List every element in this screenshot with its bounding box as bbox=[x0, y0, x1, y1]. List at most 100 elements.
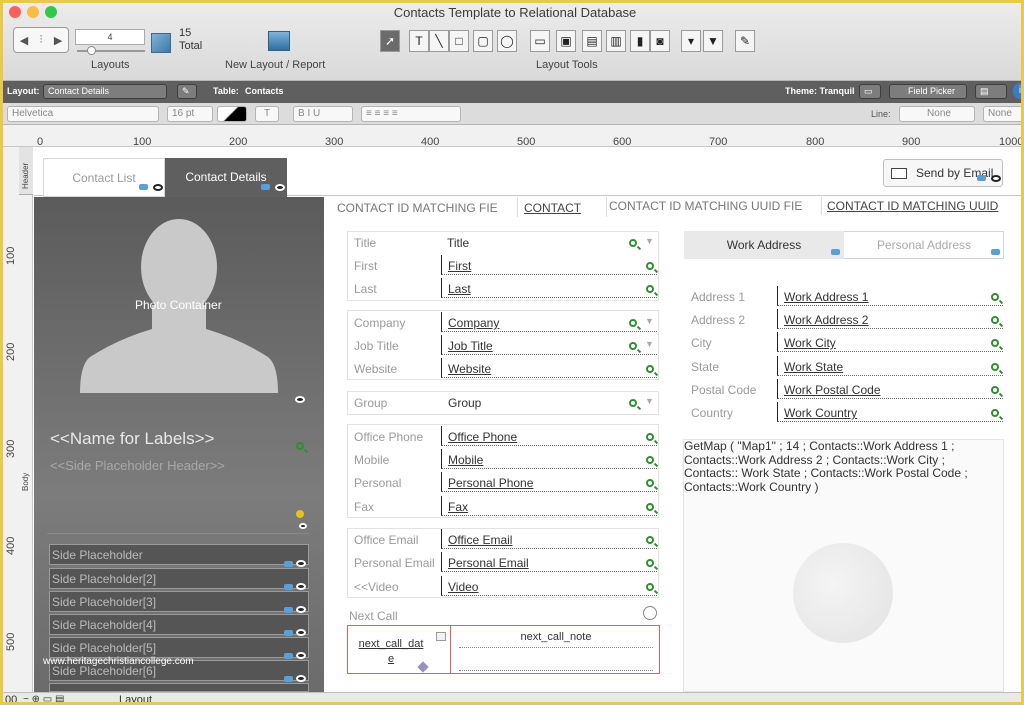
last-field[interactable]: Last bbox=[448, 282, 471, 296]
work-city-field[interactable]: Work City bbox=[784, 336, 836, 350]
edit-layout-icon[interactable]: ✎ bbox=[177, 84, 197, 99]
format-painter-icon[interactable]: ✎ bbox=[735, 30, 755, 52]
placeholder-badges bbox=[284, 579, 307, 593]
header-field-frame bbox=[517, 197, 607, 217]
info-icon[interactable]: i bbox=[1013, 83, 1021, 99]
alignment-group[interactable]: ≡ ≡ ≡ ≡ bbox=[361, 106, 461, 122]
tab-work-address[interactable]: Work Address bbox=[684, 231, 844, 259]
zoom-controls[interactable]: − ⊕ ▭ ▤ bbox=[23, 694, 64, 702]
side-placeholder-field[interactable]: Side Placeholder[4] bbox=[49, 614, 309, 635]
chevron-down-icon[interactable]: ▼ bbox=[645, 396, 654, 406]
address-label: Address 1 bbox=[691, 290, 746, 304]
tab-contact-details[interactable]: Contact Details bbox=[165, 158, 287, 197]
work-country-field[interactable]: Work Country bbox=[784, 406, 857, 420]
portal-divider bbox=[450, 625, 451, 674]
magnifier-icon bbox=[646, 365, 654, 373]
company-field[interactable]: Company bbox=[448, 316, 499, 330]
chevron-down-icon[interactable]: ▼ bbox=[645, 236, 654, 246]
work-state-field[interactable]: Work State bbox=[784, 360, 843, 374]
record-count: 15 bbox=[179, 27, 192, 39]
chart-tool-icon[interactable]: ▮ bbox=[630, 30, 650, 52]
placeholder-badges bbox=[284, 625, 307, 639]
new-layout-button[interactable]: New Layout / Report bbox=[225, 59, 325, 71]
rectangle-tool-icon[interactable]: □ bbox=[449, 30, 469, 52]
layout-label: Layout: bbox=[7, 86, 40, 96]
button-badge bbox=[977, 175, 986, 181]
tab-personal-address[interactable]: Personal Address bbox=[844, 231, 1004, 259]
record-navigation[interactable]: ◀ ⫶ ▶ bbox=[13, 27, 69, 53]
fax-field[interactable]: Fax bbox=[448, 500, 468, 514]
oval-tool-icon[interactable]: ◯ bbox=[497, 30, 517, 52]
tab-control-tool-icon[interactable]: ▤ bbox=[582, 30, 602, 52]
record-slider[interactable] bbox=[77, 46, 145, 55]
line-tool-icon[interactable]: ╲ bbox=[429, 30, 449, 52]
side-placeholder-field[interactable]: Side Placeholder[2] bbox=[49, 568, 309, 589]
personal-email-label: Personal Email bbox=[354, 556, 435, 570]
office-phone-field[interactable]: Office Phone bbox=[448, 430, 517, 444]
bold-italic-underline-group[interactable]: B I U bbox=[293, 106, 353, 122]
font-select[interactable]: Helvetica bbox=[7, 106, 159, 122]
record-number-input[interactable]: 4 bbox=[75, 29, 145, 45]
side-placeholder-field[interactable] bbox=[49, 683, 309, 692]
line-width-select[interactable]: None bbox=[983, 106, 1021, 122]
layout-select[interactable]: Contact Details bbox=[43, 84, 167, 99]
line-style-select[interactable]: None bbox=[899, 106, 975, 122]
website-field[interactable]: Website bbox=[448, 362, 491, 376]
title-field[interactable]: Title bbox=[447, 236, 469, 250]
next-call-date-field[interactable]: next_call_dat e bbox=[355, 637, 427, 667]
field-picker-button[interactable]: Field Picker bbox=[889, 84, 967, 99]
fax-field-box[interactable] bbox=[441, 496, 657, 516]
add-portal-row-icon[interactable] bbox=[643, 606, 657, 620]
video-field[interactable]: Video bbox=[448, 580, 478, 594]
group-field[interactable]: Group bbox=[448, 396, 481, 410]
prev-arrow-icon[interactable]: ◀ bbox=[20, 34, 28, 47]
personal-phone-field[interactable]: Personal Phone bbox=[448, 476, 533, 490]
text-tool-icon[interactable]: T bbox=[409, 30, 429, 52]
side-placeholder-field[interactable]: Side Placeholder[5] bbox=[49, 637, 309, 658]
contact-id-matching-field[interactable]: CONTACT ID MATCHING FIE bbox=[337, 201, 498, 215]
side-placeholder-field[interactable]: Side Placeholder[3] bbox=[49, 591, 309, 612]
insert-tool-icon[interactable]: ▼ bbox=[703, 30, 723, 52]
text-color-swatch[interactable] bbox=[217, 106, 247, 122]
status-bar bbox=[3, 692, 1021, 702]
field-tool-icon[interactable]: ▭ bbox=[530, 30, 550, 52]
checkbox-icon[interactable] bbox=[436, 632, 446, 641]
last-field-box[interactable] bbox=[441, 278, 657, 298]
theme-picker-icon[interactable]: ▭ bbox=[859, 84, 881, 99]
field-picker-tool-icon[interactable]: ▾ bbox=[681, 30, 701, 52]
mode-label[interactable]: Layout bbox=[119, 694, 152, 702]
portal-tool-icon[interactable]: ▥ bbox=[606, 30, 626, 52]
first-label: First bbox=[354, 259, 378, 273]
magnifier-icon bbox=[296, 442, 304, 450]
mobile-field[interactable]: Mobile bbox=[448, 453, 483, 467]
inspector-menu-icon[interactable]: ▤ bbox=[975, 84, 1007, 99]
zoom-level[interactable]: 00 bbox=[5, 694, 17, 702]
first-field[interactable]: First bbox=[448, 259, 471, 273]
job-title-field[interactable]: Job Title bbox=[448, 339, 493, 353]
personal-email-field[interactable]: Personal Email bbox=[448, 556, 529, 570]
contact-id-matching-uuid-field[interactable]: CONTACT ID MATCHING UUID FIE bbox=[609, 199, 802, 213]
chevron-down-icon[interactable]: ▼ bbox=[645, 316, 654, 326]
button-tool-icon[interactable]: ▣ bbox=[556, 30, 576, 52]
work-address-1-field[interactable]: Work Address 1 bbox=[784, 290, 868, 304]
next-call-note-field[interactable]: next_call_note bbox=[459, 631, 653, 643]
ruler-mark: 200 bbox=[5, 342, 17, 361]
ruler-mark: 500 bbox=[5, 632, 17, 651]
new-layout-icon[interactable] bbox=[268, 31, 290, 51]
next-arrow-icon[interactable]: ▶ bbox=[54, 34, 62, 47]
work-postal-code-field[interactable]: Work Postal Code bbox=[784, 383, 881, 397]
tab-contact-list[interactable]: Contact List bbox=[43, 158, 165, 197]
magnifier-icon bbox=[646, 285, 654, 293]
first-field-box[interactable] bbox=[441, 255, 657, 275]
theme-label: Theme: Tranquil bbox=[785, 86, 855, 96]
rounded-rectangle-tool-icon[interactable]: ▢ bbox=[473, 30, 493, 52]
text-style-icon[interactable]: T bbox=[255, 106, 279, 122]
chevron-down-icon[interactable]: ▼ bbox=[645, 339, 654, 349]
side-placeholder-field[interactable]: Side Placeholder bbox=[49, 544, 309, 565]
pointer-tool-icon[interactable]: ➚ bbox=[380, 30, 400, 52]
work-address-2-field[interactable]: Work Address 2 bbox=[784, 313, 868, 327]
next-call-label: Next Call bbox=[349, 609, 398, 623]
office-email-field[interactable]: Office Email bbox=[448, 533, 512, 547]
font-size-select[interactable]: 16 pt bbox=[167, 106, 213, 122]
web-viewer-tool-icon[interactable]: ◙ bbox=[650, 30, 670, 52]
